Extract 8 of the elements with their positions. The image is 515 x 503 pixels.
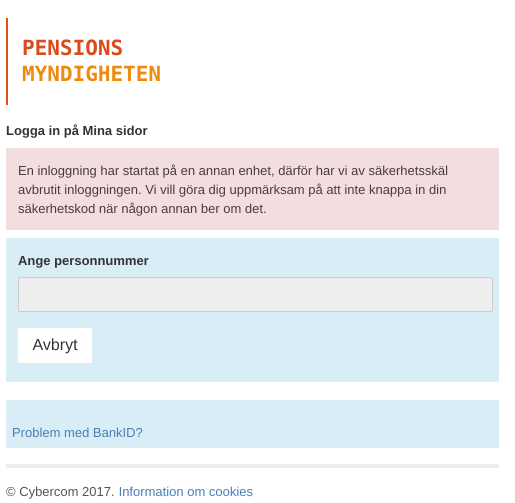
page-heading: Logga in på Mina sidor <box>6 122 148 140</box>
bankid-help-link[interactable]: Problem med BankID? <box>12 424 143 440</box>
logo-text: MYNDIGHETEN <box>22 61 162 87</box>
alert-message: En inloggning har startat på en annan enhet, därför har vi av säkerhetsskäl avbrutit inloggningen. Vi vill göra dig uppmärksam på att inte knappa in din säkerhetskod när någon annan ber om det. <box>18 162 449 218</box>
field-label: Ange personnummer <box>18 252 149 270</box>
logo-text: PENSIONS <box>22 35 124 61</box>
copyright-text: © Cybercom 2017. <box>6 482 115 501</box>
cookies-link[interactable]: Information om cookies <box>118 482 253 501</box>
